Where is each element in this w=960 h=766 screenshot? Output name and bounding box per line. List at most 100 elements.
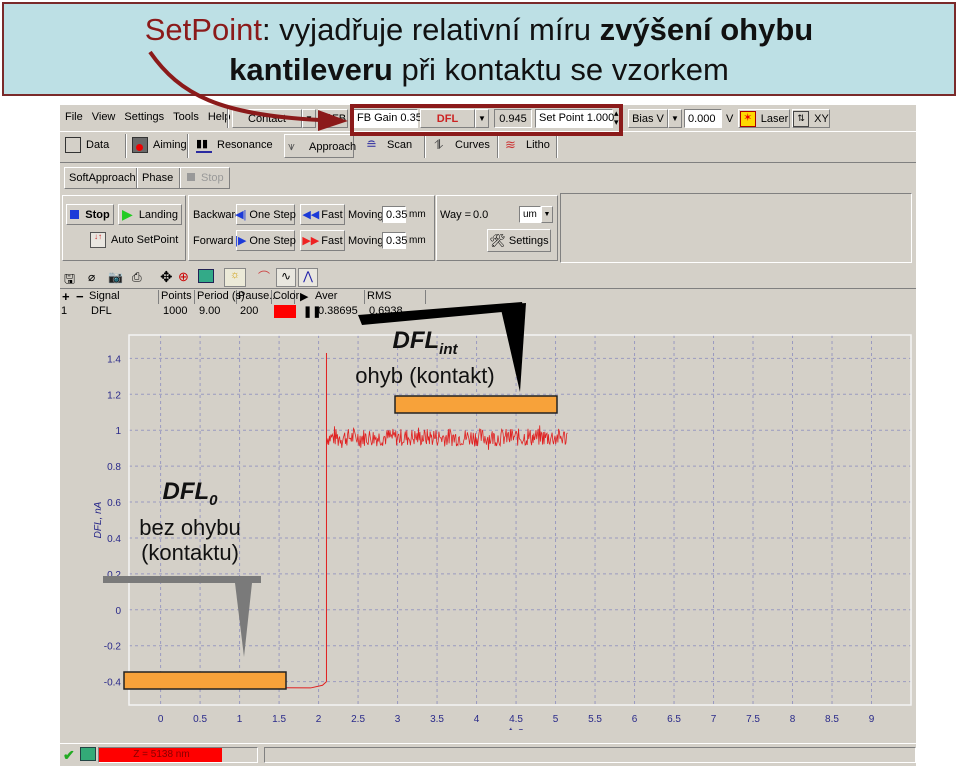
header-aver[interactable]: Aver <box>315 290 365 304</box>
fb-button[interactable]: FB <box>318 109 348 128</box>
x-tick-label: 0.5 <box>193 714 207 725</box>
menu-tools[interactable]: Tools <box>173 111 199 123</box>
title-banner: SetPoint: vyjadřuje relativní míru zvýše… <box>2 2 956 96</box>
data-icon <box>65 137 81 153</box>
aiming-icon <box>132 137 148 153</box>
tab-curves[interactable]: ⥮ Curves <box>434 137 490 153</box>
dfl0-description: bez ohybu <box>139 514 241 540</box>
way-unit-dropdown-arrow[interactable]: ▼ <box>541 206 553 223</box>
laser-label: Laser <box>760 112 789 125</box>
header-points[interactable]: Points <box>161 290 195 304</box>
x-tick-label: 2 <box>316 714 322 725</box>
mode-select[interactable]: Contact <box>232 109 302 128</box>
bias-select[interactable]: Bias V <box>628 109 668 128</box>
row-aver: 0.38695 <box>318 305 358 317</box>
landing-button[interactable]: ▶ Landing <box>118 204 182 225</box>
laser-button[interactable]: ✶ Laser <box>738 109 790 128</box>
auto-setpoint-icon: ↓↑ <box>90 232 106 248</box>
menu-file[interactable]: File <box>65 111 83 123</box>
menu-bar: File View Settings Tools Help <box>65 111 239 123</box>
tab-label: Curves <box>455 138 490 151</box>
fb-label: FB <box>331 112 347 125</box>
mode-dropdown-arrow[interactable]: ▼ <box>302 109 316 128</box>
moving-unit: mm <box>409 235 426 246</box>
header-pause[interactable]: Pause... <box>238 290 278 304</box>
tab-approach[interactable]: ⩛ Approach <box>284 134 356 158</box>
header-period[interactable]: Period (s) <box>197 290 245 304</box>
remove-signal-button[interactable]: − <box>76 290 84 303</box>
camera-icon[interactable]: 📷 <box>108 270 123 284</box>
auto-setpoint-button[interactable]: ↓↑ Auto SetPoint <box>90 232 178 248</box>
header-signal[interactable]: Signal <box>89 290 159 304</box>
bias-unit: V <box>726 113 734 125</box>
stop-button[interactable]: Stop <box>66 204 114 225</box>
status-bar: ✔ Z = 5138 nm <box>60 743 916 766</box>
settings-button[interactable]: 🛠 Settings <box>487 229 551 252</box>
row-signal: DFL <box>91 305 112 317</box>
y-tick-label: -0.4 <box>104 678 122 689</box>
x-tick-label: 3 <box>395 714 401 725</box>
way-label: Way = <box>440 209 472 221</box>
setpoint-word: SetPoint <box>144 12 262 47</box>
table-row[interactable]: 1 DFL 1000 9.00 200 ❚❚ 0.38695 0.6938 <box>60 305 460 319</box>
separator <box>556 134 558 158</box>
peak-icon[interactable]: ⋀ <box>298 268 318 287</box>
resonance-icon: ▮▮ <box>196 137 212 153</box>
bias-value-input[interactable]: 0.000 <box>684 109 722 128</box>
tab-data[interactable]: Data <box>65 137 109 153</box>
sine-icon[interactable]: ∿ <box>276 268 296 287</box>
tab-resonance[interactable]: ▮▮ Resonance <box>196 137 273 153</box>
z-readout: Z = 5138 nm <box>133 749 190 760</box>
play-icon[interactable]: ▶ <box>300 290 308 303</box>
forward-fast-button[interactable]: ▶▶ Fast <box>300 230 345 251</box>
separator <box>125 134 127 158</box>
tab-scan[interactable]: ≘ Scan <box>366 137 412 153</box>
dfl0-annotation: DFL0 bez ohybu (kontaktu) <box>115 478 265 565</box>
pan-icon[interactable]: ✥ <box>160 268 173 286</box>
forward-label: Forward <box>193 235 234 247</box>
separator <box>227 108 229 128</box>
forward-one-step-button[interactable]: |▶ One Step <box>235 230 296 251</box>
fit-curve-icon[interactable]: ⌒ <box>254 268 274 287</box>
tab-aiming[interactable]: Aiming <box>132 137 187 153</box>
chart-toolbar: 🖫 ⌀ 📷 ⎙ ✥ ⊕ ☼ ⌒ ∿ ⋀ <box>64 268 364 288</box>
banner-text: : vyjadřuje relativní míru <box>261 12 600 47</box>
header-color[interactable]: Color <box>273 290 299 304</box>
litho-icon: ≋ <box>505 137 516 152</box>
moving-forward-input[interactable]: 0.35 <box>382 232 407 249</box>
device-icon <box>80 747 96 761</box>
menu-view[interactable]: View <box>92 111 116 123</box>
x-tick-label: 4 <box>474 714 480 725</box>
laser-icon: ✶ <box>739 110 756 127</box>
moving-backward-input[interactable]: 0.35 <box>382 206 407 223</box>
row-index: 1 <box>61 305 68 317</box>
header-rms[interactable]: RMS <box>367 290 426 304</box>
attach-icon[interactable]: ⌀ <box>88 270 95 284</box>
stop-label: Stop <box>85 208 110 221</box>
backward-one-step-button[interactable]: ◀| One Step <box>235 204 296 225</box>
way-unit-select[interactable]: um <box>519 206 541 223</box>
zoom-in-icon[interactable]: ⊕ <box>178 269 189 285</box>
xy-button[interactable]: ⇅ XY <box>792 109 830 128</box>
stop-icon <box>70 210 80 219</box>
subtab-softapproach[interactable]: SoftApproach <box>69 172 136 184</box>
print-icon[interactable]: ⎙ <box>132 270 142 285</box>
backward-label: Backward <box>193 209 242 221</box>
autoscale-icon[interactable]: ☼ <box>224 268 246 287</box>
x-tick-label: 9 <box>869 714 875 725</box>
bias-dropdown-arrow[interactable]: ▼ <box>668 109 682 128</box>
x-tick-label: 0 <box>158 714 164 725</box>
add-signal-button[interactable]: + <box>62 290 70 303</box>
way-value: 0.0 <box>473 209 489 221</box>
backward-fast-button[interactable]: ◀◀ Fast <box>300 204 345 225</box>
menu-settings[interactable]: Settings <box>124 111 164 123</box>
x-tick-label: 7 <box>711 714 717 725</box>
x-tick-label: 6 <box>632 714 638 725</box>
subtab-phase[interactable]: Phase <box>142 172 173 184</box>
fast-label: Fast <box>321 208 343 221</box>
subtab-bar: SoftApproach Phase Stop <box>64 167 230 189</box>
row-color-swatch[interactable] <box>274 305 296 318</box>
tab-litho[interactable]: ≋ Litho <box>505 137 550 153</box>
x-tick-label: 5 <box>553 714 559 725</box>
scale-icon[interactable] <box>198 269 214 283</box>
